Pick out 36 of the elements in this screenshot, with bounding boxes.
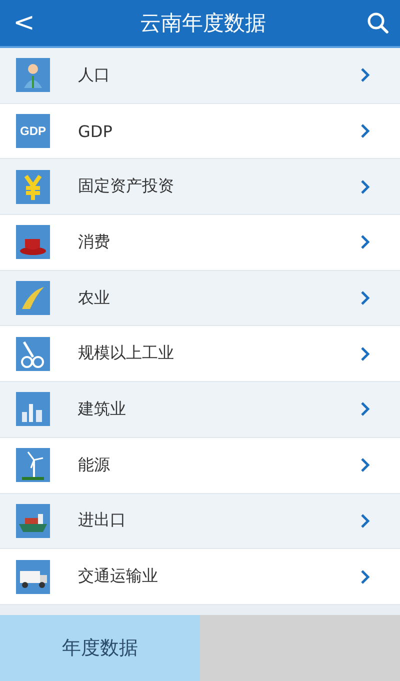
back-button[interactable]: <: [0, 8, 40, 38]
category-item[interactable]: 农业: [0, 270, 400, 326]
gdp-icon: GDP: [16, 114, 50, 148]
category-item[interactable]: 人口: [0, 48, 400, 104]
category-label: 消费: [78, 232, 111, 253]
category-item[interactable]: 建筑业: [0, 382, 400, 438]
category-item[interactable]: 固定资产投资: [0, 159, 400, 216]
chevron-right-icon: [360, 458, 370, 472]
yuan-sign-icon: [16, 170, 50, 204]
chevron-right-icon: [360, 402, 370, 416]
window-title: 云南年度数据: [139, 10, 267, 37]
tab[interactable]: 年度数据: [0, 614, 200, 681]
truck-icon: [16, 560, 50, 594]
category-label: 规模以上工业: [78, 343, 175, 364]
category-label: 能源: [78, 454, 111, 476]
chevron-right-icon: [360, 570, 370, 584]
chevron-right-icon: [360, 180, 370, 194]
category-label: 建筑业: [78, 398, 127, 420]
search-icon[interactable]: [366, 11, 390, 35]
category-label: 人口: [78, 64, 111, 86]
chevron-right-icon: [360, 124, 370, 138]
buildings-icon: [16, 392, 50, 426]
chevron-right-icon: [360, 291, 370, 306]
chevron-right-icon: [360, 346, 370, 361]
chevron-right-icon: [360, 514, 370, 528]
category-label: 进出口: [78, 510, 127, 532]
category-label: GDP: [78, 122, 114, 141]
category-item[interactable]: 进出口: [0, 494, 400, 550]
category-label: 交通运输业: [78, 566, 159, 588]
category-label: 固定资产投资: [78, 176, 175, 198]
category-label: 农业: [78, 288, 111, 309]
person-icon: [16, 58, 50, 92]
ship-icon: [16, 504, 50, 538]
chevron-right-icon: [360, 235, 370, 250]
wind-turbine-icon: [16, 448, 50, 482]
chevron-right-icon: [360, 68, 370, 82]
